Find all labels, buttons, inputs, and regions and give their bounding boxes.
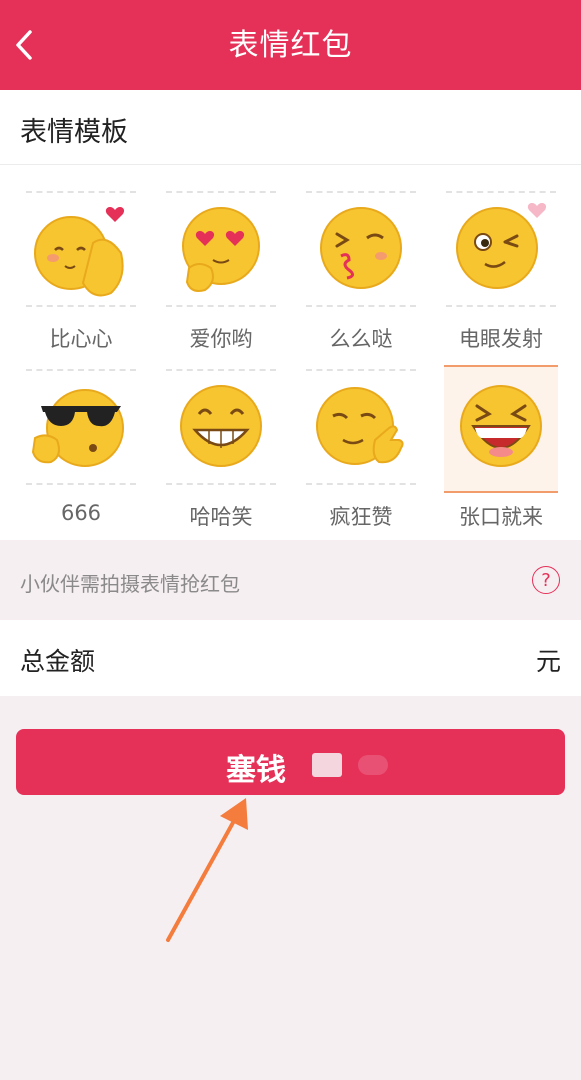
amount-unit: 元 xyxy=(535,647,561,676)
template-label: 比心心 xyxy=(49,327,113,351)
template-grin[interactable]: 哈哈笑 xyxy=(156,351,286,529)
finger-heart-emoji-icon xyxy=(34,207,125,297)
template-label: 666 xyxy=(60,501,102,525)
submit-money-button[interactable]: 塞钱 xyxy=(16,729,565,795)
divider xyxy=(166,305,276,307)
heart-eyes-emoji-icon xyxy=(182,207,260,292)
divider xyxy=(166,191,276,193)
template-label: 哈哈笑 xyxy=(189,505,253,529)
template-section-header: 表情模板 xyxy=(0,90,581,165)
blurred-mark xyxy=(358,755,388,775)
divider xyxy=(306,191,416,193)
template-label: 爱你哟 xyxy=(189,327,253,351)
question-icon[interactable]: ? xyxy=(532,566,560,594)
top-bar: 表情红包 xyxy=(0,0,581,90)
divider xyxy=(306,305,416,307)
template-thumbs-up[interactable]: 疯狂赞 xyxy=(296,351,426,529)
template-label: 疯狂赞 xyxy=(329,505,393,529)
wink-emoji-icon xyxy=(456,203,547,289)
template-label: 电眼发射 xyxy=(459,327,543,351)
section-title: 表情模板 xyxy=(20,117,128,148)
divider xyxy=(306,369,416,371)
template-finger-heart[interactable]: 比心心 xyxy=(16,173,146,351)
template-kiss[interactable]: 么么哒 xyxy=(296,173,426,351)
amount-label: 总金额 xyxy=(20,647,96,676)
divider xyxy=(166,369,276,371)
grin-emoji-icon xyxy=(180,385,262,467)
amount-input[interactable] xyxy=(200,634,524,682)
template-label: 张口就来 xyxy=(459,505,543,529)
divider xyxy=(446,191,556,193)
laughing-emoji-icon xyxy=(460,385,542,467)
template-label: 么么哒 xyxy=(329,327,393,351)
template-laughing[interactable]: 张口就来 xyxy=(436,351,566,529)
page-title: 表情红包 xyxy=(228,28,353,63)
total-amount-row: 总金额 元 xyxy=(0,620,581,696)
divider xyxy=(446,305,556,307)
divider xyxy=(26,483,136,485)
blurred-mark xyxy=(312,753,342,777)
kiss-emoji-icon xyxy=(320,207,402,289)
divider xyxy=(306,483,416,485)
submit-label: 塞钱 xyxy=(226,753,286,788)
sunglasses-emoji-icon xyxy=(31,389,124,467)
hint-text: 小伙伴需拍摄表情抢红包 xyxy=(20,572,240,596)
thumbs-up-emoji-icon xyxy=(316,387,404,465)
divider xyxy=(26,191,136,193)
template-sunglasses[interactable]: 666 xyxy=(16,351,146,525)
template-heart-eyes[interactable]: 爱你哟 xyxy=(156,173,286,351)
divider xyxy=(26,305,136,307)
divider xyxy=(26,369,136,371)
hint-bar: 小伙伴需拍摄表情抢红包 xyxy=(0,540,581,620)
divider xyxy=(166,483,276,485)
annotation-arrow-icon xyxy=(166,798,248,942)
template-wink[interactable]: 电眼发射 xyxy=(436,173,566,351)
emoji-template-grid: 比心心 爱你哟 么么哒 电眼发射 666 哈哈笑 疯狂赞 张口就来 xyxy=(0,165,581,540)
